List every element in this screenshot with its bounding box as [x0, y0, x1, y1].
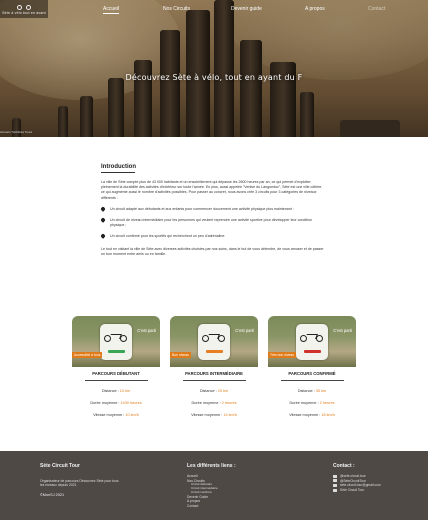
list-item: Un circuit confirmé pour les sportifs qu… [101, 234, 327, 239]
distance-value: 10 km [119, 389, 131, 393]
speed-value: 14 km/h [223, 413, 237, 417]
level-stripe [206, 350, 223, 353]
breadcrumb: Accueil / Mobilites Tours [0, 130, 33, 134]
list-item-text: Un circuit adapté aux débutants et aux e… [110, 206, 294, 211]
footer-contact: Contact : @sete.circuit.tour @SeteCircui… [333, 463, 423, 492]
duration-label: Durée moyenne : [191, 401, 221, 405]
duration-label: Durée moyenne : [289, 401, 319, 405]
speed-row: Vitesse moyenne : 18 km/h [268, 413, 356, 417]
start-badge[interactable]: C'est parti [235, 328, 254, 333]
card-title: PARCOURS CONFIRMÉ [288, 371, 336, 376]
bike-sign-image [198, 324, 230, 360]
contact-youtube[interactable]: Sète Circuit Tour [333, 488, 423, 493]
youtube-icon [333, 488, 337, 492]
nav-item-accueil[interactable]: Accueil [103, 6, 120, 14]
footer-link-contact[interactable]: Contact [187, 504, 277, 509]
card-title: PARCOURS DÉBUTANT [92, 371, 140, 376]
start-badge[interactable]: C'est parti [333, 328, 352, 333]
instagram-icon [333, 474, 337, 478]
speed-value: 18 km/h [321, 413, 335, 417]
level-label: Bon niveau [170, 352, 191, 358]
heading-underline [101, 172, 135, 173]
distance-row: Distance : 10 km [72, 389, 160, 393]
level-label: Accessible à tous [72, 352, 103, 358]
intro-paragraph: La ville de Sète compte plus de 43 000 h… [101, 180, 323, 200]
contact-label: Sète Circuit Tour [340, 487, 365, 492]
nav-item-devenir-guide[interactable]: Devenir guide [231, 6, 262, 12]
card-title: PARCOURS INTERMÉDIAIRE [185, 371, 243, 376]
map-pin-icon [101, 207, 105, 212]
speed-value: 10 km/h [125, 413, 139, 417]
card-divider [84, 380, 148, 381]
nav-item-nos-circuits[interactable]: Nos Circuits [163, 6, 190, 12]
duration-value: 2 heures [319, 401, 335, 405]
card-divider [182, 380, 246, 381]
distance-label: Distance : [297, 389, 315, 393]
introduction-section: Introduction La ville de Sète compte plu… [101, 164, 327, 257]
hero-banner: Sète à vélo tout en avant Accueil Nos Ci… [0, 0, 428, 137]
distance-value: 20 km [217, 389, 229, 393]
level-label: Très bon niveau [268, 352, 297, 358]
circuit-card-debutant[interactable]: C'est parti Accessible à tous PARCOURS D… [72, 316, 160, 417]
map-pin-icon [101, 218, 105, 223]
duration-row: Durée moyenne : 1h30 heures [72, 401, 160, 405]
duration-value: 2 heures [221, 401, 237, 405]
speed-row: Vitesse moyenne : 14 km/h [170, 413, 258, 417]
speed-label: Vitesse moyenne : [191, 413, 223, 417]
intro-heading: Introduction [101, 164, 136, 170]
main-navigation: Accueil Nos Circuits Devenir guide A pro… [0, 6, 428, 16]
duration-row: Durée moyenne : 2 heures [170, 401, 258, 405]
twitter-icon [333, 479, 337, 483]
duration-value: 1h30 heures [120, 401, 142, 405]
bike-sign-image [296, 324, 328, 360]
circuit-image[interactable]: C'est parti Très bon niveau [268, 316, 356, 367]
footer-site-title: Sète Circuit Tour [40, 463, 80, 469]
list-item-text: Un circuit confirmé pour les sportifs qu… [110, 233, 226, 238]
circuit-image[interactable]: C'est parti Bon niveau [170, 316, 258, 367]
speed-label: Vitesse moyenne : [289, 413, 321, 417]
site-footer: Sète Circuit Tour Organisateur de parcou… [0, 451, 428, 520]
card-divider [280, 380, 344, 381]
footer-contact-title: Contact : [333, 463, 355, 469]
distance-row: Distance : 20 km [170, 389, 258, 393]
footer-links-title: Les différents liens : [187, 463, 236, 469]
list-item: Un circuit de niveau intermédiaire pour … [101, 218, 327, 228]
map-pin-icon [101, 234, 105, 239]
circuit-card-intermediaire[interactable]: C'est parti Bon niveau PARCOURS INTERMÉD… [170, 316, 258, 417]
level-stripe [108, 350, 125, 353]
level-stripe [304, 350, 321, 353]
footer-about: Sète Circuit Tour Organisateur de parcou… [40, 463, 120, 497]
list-item: Un circuit adapté aux débutants et aux e… [101, 207, 327, 212]
intro-closing: Le tout en visitant la ville de Sète ave… [101, 246, 324, 257]
distance-value: 35 km [315, 389, 327, 393]
hero-title: Découvrez Sète à vélo, tout en ayant du … [125, 73, 303, 82]
speed-label: Vitesse moyenne : [93, 413, 125, 417]
nav-item-contact[interactable]: Contact [368, 6, 385, 12]
distance-row: Distance : 35 km [268, 389, 356, 393]
distance-label: Distance : [199, 389, 217, 393]
duration-row: Durée moyenne : 2 heures [268, 401, 356, 405]
footer-copyright: ©MonSJ 2021 [40, 492, 65, 497]
bike-sign-image [100, 324, 132, 360]
start-badge[interactable]: C'est parti [137, 328, 156, 333]
duration-label: Durée moyenne : [90, 401, 120, 405]
list-item-text: Un circuit de niveau intermédiaire pour … [110, 217, 312, 227]
nav-item-a-propos[interactable]: A propos [305, 6, 325, 12]
hero-overlay [0, 0, 428, 137]
mail-icon [333, 483, 337, 487]
speed-row: Vitesse moyenne : 10 km/h [72, 413, 160, 417]
circuit-image[interactable]: C'est parti Accessible à tous [72, 316, 160, 367]
footer-description: Organisateur de parcours Découvrez Sète … [40, 479, 119, 488]
distance-label: Distance : [101, 389, 119, 393]
footer-links: Les différents liens : Accueil Nos Circu… [187, 463, 277, 508]
circuit-card-confirme[interactable]: C'est parti Très bon niveau PARCOURS CON… [268, 316, 356, 417]
